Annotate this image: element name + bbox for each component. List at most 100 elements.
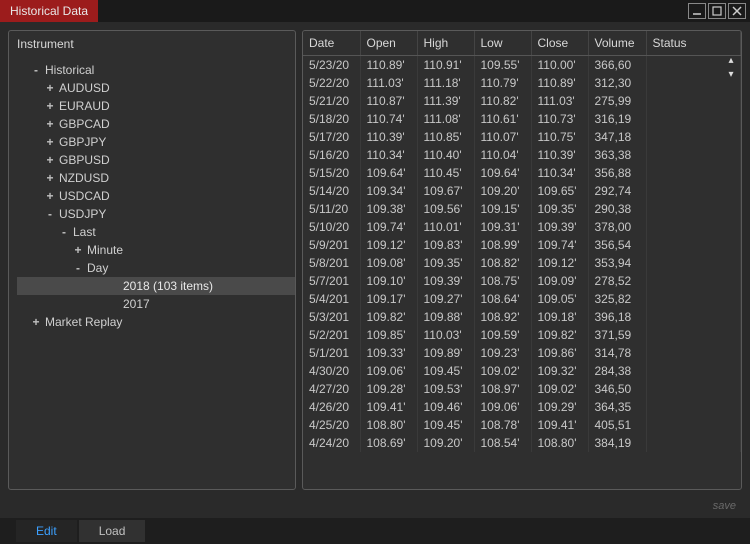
- table-row[interactable]: 5/7/201109.10'109.39'108.75'109.09'278,5…: [303, 272, 741, 290]
- table-row[interactable]: 5/17/20110.39'110.85'110.07'110.75'347,1…: [303, 128, 741, 146]
- tree-label: Market Replay: [45, 313, 122, 331]
- cell: 108.64': [474, 290, 531, 308]
- table-row[interactable]: 5/15/20109.64'110.45'109.64'110.34'356,8…: [303, 164, 741, 182]
- cell: [646, 146, 741, 164]
- maximize-button[interactable]: [708, 3, 726, 19]
- cell: 109.56': [417, 200, 474, 218]
- cell: 353,94: [588, 254, 646, 272]
- collapse-icon[interactable]: -: [73, 259, 83, 277]
- tree-symbol-euraud[interactable]: +EURAUD: [17, 97, 295, 115]
- cell: 109.20': [474, 182, 531, 200]
- cell: 110.04': [474, 146, 531, 164]
- tree-last[interactable]: -Last: [17, 223, 295, 241]
- tree-minute[interactable]: +Minute: [17, 241, 295, 259]
- table-row[interactable]: 5/9/201109.12'109.83'108.99'109.74'356,5…: [303, 236, 741, 254]
- collapse-icon[interactable]: -: [45, 205, 55, 223]
- cell: 108.75': [474, 272, 531, 290]
- expand-icon[interactable]: +: [45, 97, 55, 115]
- table-row[interactable]: 4/27/20109.28'109.53'108.97'109.02'346,5…: [303, 380, 741, 398]
- tree-label: Historical: [45, 61, 94, 79]
- close-button[interactable]: [728, 3, 746, 19]
- cell: 290,38: [588, 200, 646, 218]
- table-row[interactable]: 5/3/201109.82'109.88'108.92'109.18'396,1…: [303, 308, 741, 326]
- table-row[interactable]: 5/22/20111.03'111.18'110.79'110.89'312,3…: [303, 74, 741, 92]
- cell: 356,54: [588, 236, 646, 254]
- col-low[interactable]: Low: [474, 31, 531, 56]
- tree-historical[interactable]: -Historical: [17, 61, 295, 79]
- table-row[interactable]: 4/30/20109.06'109.45'109.02'109.32'284,3…: [303, 362, 741, 380]
- cell: 5/9/201: [303, 236, 360, 254]
- cell: 110.00': [531, 56, 588, 75]
- table-row[interactable]: 5/8/201109.08'109.35'108.82'109.12'353,9…: [303, 254, 741, 272]
- tree-symbol-audusd[interactable]: +AUDUSD: [17, 79, 295, 97]
- cell: [646, 182, 741, 200]
- cell: 5/2/201: [303, 326, 360, 344]
- cell: 109.88': [417, 308, 474, 326]
- tree-symbol-gbpusd[interactable]: +GBPUSD: [17, 151, 295, 169]
- expand-icon[interactable]: +: [45, 115, 55, 133]
- cell: 5/11/20: [303, 200, 360, 218]
- save-link[interactable]: save: [713, 500, 736, 512]
- cell: 111.18': [417, 74, 474, 92]
- table-row[interactable]: 4/25/20108.80'109.45'108.78'109.41'405,5…: [303, 416, 741, 434]
- table-row[interactable]: 5/4/201109.17'109.27'108.64'109.05'325,8…: [303, 290, 741, 308]
- cell: 4/25/20: [303, 416, 360, 434]
- expand-icon[interactable]: +: [73, 241, 83, 259]
- tree-symbol-usdcad[interactable]: +USDCAD: [17, 187, 295, 205]
- tab-edit[interactable]: Edit: [16, 520, 77, 542]
- tree-year[interactable]: 2017: [17, 295, 295, 313]
- expand-icon[interactable]: +: [45, 79, 55, 97]
- scroll-up-icon[interactable]: ▴: [724, 53, 738, 67]
- cell: 5/4/201: [303, 290, 360, 308]
- col-status[interactable]: Status: [646, 31, 741, 56]
- cell: 4/27/20: [303, 380, 360, 398]
- tree-label: EURAUD: [59, 97, 110, 115]
- col-volume[interactable]: Volume: [588, 31, 646, 56]
- expand-icon[interactable]: +: [45, 169, 55, 187]
- expand-icon[interactable]: +: [45, 187, 55, 205]
- cell: 5/22/20: [303, 74, 360, 92]
- table-row[interactable]: 5/11/20109.38'109.56'109.15'109.35'290,3…: [303, 200, 741, 218]
- cell: 110.34': [360, 146, 417, 164]
- expand-icon[interactable]: +: [45, 151, 55, 169]
- minimize-button[interactable]: [688, 3, 706, 19]
- collapse-icon[interactable]: -: [31, 61, 41, 79]
- tree-label: AUDUSD: [59, 79, 110, 97]
- cell: 109.34': [360, 182, 417, 200]
- table-row[interactable]: 5/2/201109.85'110.03'109.59'109.82'371,5…: [303, 326, 741, 344]
- table-row[interactable]: 5/14/20109.34'109.67'109.20'109.65'292,7…: [303, 182, 741, 200]
- tree-year[interactable]: 2018 (103 items): [17, 277, 295, 295]
- tree-label: GBPCAD: [59, 115, 110, 133]
- tree-symbol-nzdusd[interactable]: +NZDUSD: [17, 169, 295, 187]
- col-open[interactable]: Open: [360, 31, 417, 56]
- table-row[interactable]: 5/1/201109.33'109.89'109.23'109.86'314,7…: [303, 344, 741, 362]
- cell: 108.80': [360, 416, 417, 434]
- scroll-down-icon[interactable]: ▾: [724, 67, 738, 81]
- table-row[interactable]: 4/26/20109.41'109.46'109.06'109.29'364,3…: [303, 398, 741, 416]
- collapse-icon[interactable]: -: [59, 223, 69, 241]
- cell: 108.97': [474, 380, 531, 398]
- cell: [646, 200, 741, 218]
- tree-market-replay[interactable]: +Market Replay: [17, 313, 295, 331]
- expand-icon[interactable]: +: [45, 133, 55, 151]
- cell: 109.05': [531, 290, 588, 308]
- table-row[interactable]: 4/24/20108.69'109.20'108.54'108.80'384,1…: [303, 434, 741, 452]
- cell: 109.82': [360, 308, 417, 326]
- table-row[interactable]: 5/10/20109.74'110.01'109.31'109.39'378,0…: [303, 218, 741, 236]
- tree-symbol-usdjpy[interactable]: -USDJPY: [17, 205, 295, 223]
- table-row[interactable]: 5/21/20110.87'111.39'110.82'111.03'275,9…: [303, 92, 741, 110]
- tree-symbol-gbpjpy[interactable]: +GBPJPY: [17, 133, 295, 151]
- cell: 110.40': [417, 146, 474, 164]
- table-row[interactable]: 5/18/20110.74'111.08'110.61'110.73'316,1…: [303, 110, 741, 128]
- col-date[interactable]: Date: [303, 31, 360, 56]
- cell: [646, 380, 741, 398]
- tree-day[interactable]: -Day: [17, 259, 295, 277]
- col-high[interactable]: High: [417, 31, 474, 56]
- cell: 109.10': [360, 272, 417, 290]
- table-row[interactable]: 5/23/20110.89'110.91'109.55'110.00'366,6…: [303, 56, 741, 75]
- table-row[interactable]: 5/16/20110.34'110.40'110.04'110.39'363,3…: [303, 146, 741, 164]
- col-close[interactable]: Close: [531, 31, 588, 56]
- expand-icon[interactable]: +: [31, 313, 41, 331]
- tab-load[interactable]: Load: [79, 520, 146, 542]
- tree-symbol-gbpcad[interactable]: +GBPCAD: [17, 115, 295, 133]
